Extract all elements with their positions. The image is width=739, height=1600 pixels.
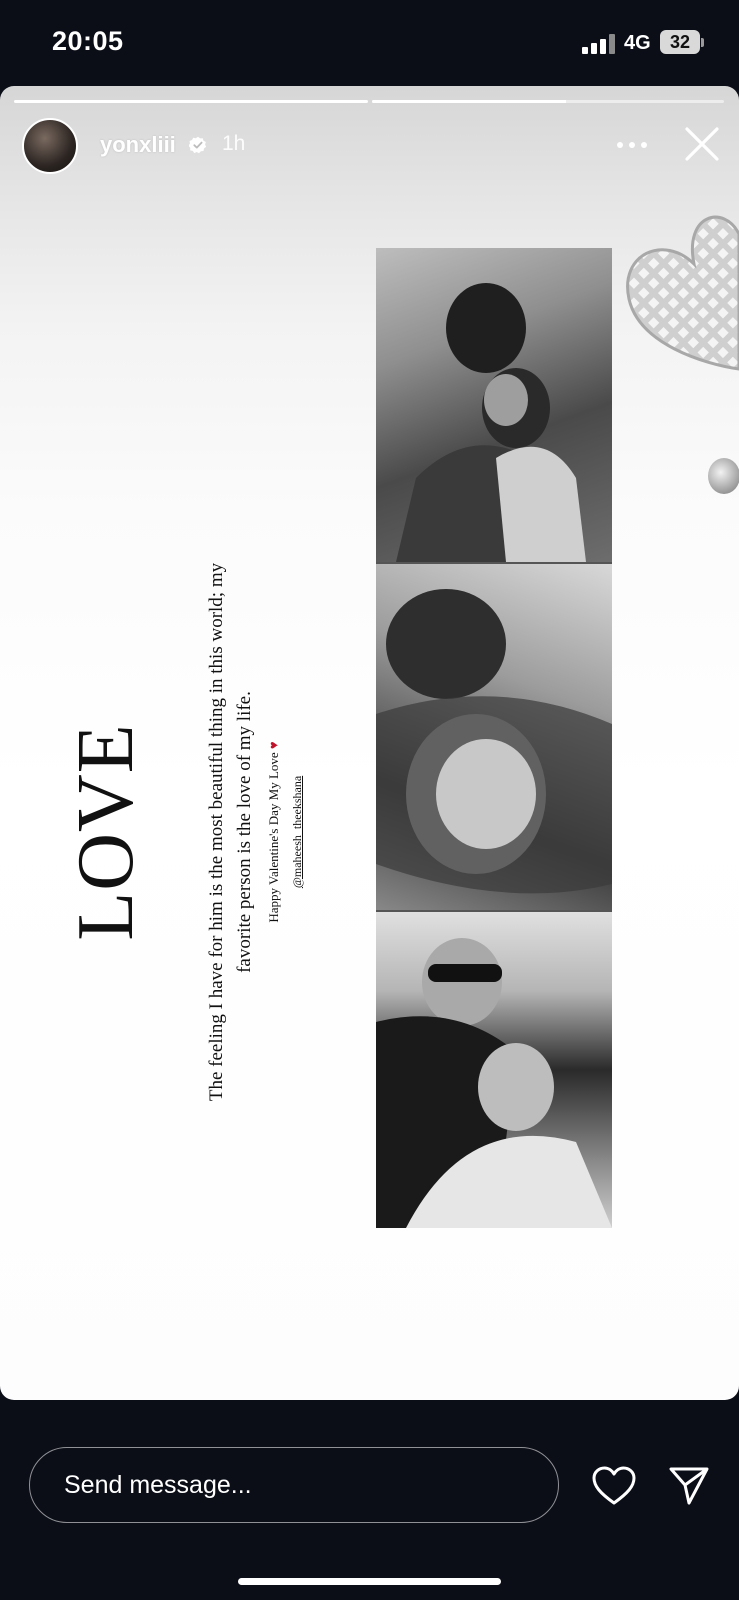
love-title: LOVE bbox=[62, 723, 150, 941]
story-text-block: LOVE The feeling I have for him is the m… bbox=[58, 533, 304, 1131]
heart-icon[interactable] bbox=[592, 1466, 636, 1506]
more-icon[interactable] bbox=[614, 138, 650, 152]
photo-2 bbox=[376, 564, 612, 910]
battery-icon: 32 bbox=[660, 30, 704, 56]
home-indicator[interactable] bbox=[238, 1578, 501, 1585]
story-header: yonxliii 1h bbox=[0, 86, 739, 196]
signal-icon bbox=[582, 34, 615, 54]
network-type: 4G bbox=[624, 32, 651, 54]
mention-tag[interactable]: @maheesh_theekshana bbox=[290, 533, 305, 1131]
send-icon[interactable] bbox=[668, 1466, 710, 1506]
valentine-text: Happy Valentine's Day My Love bbox=[266, 752, 281, 923]
status-time: 20:05 bbox=[52, 26, 124, 56]
verified-icon bbox=[189, 136, 207, 154]
story-card[interactable]: yonxliii 1h LOVE The feeling I have for … bbox=[0, 86, 739, 1400]
avatar[interactable] bbox=[22, 118, 78, 174]
story-username[interactable]: yonxliii bbox=[100, 132, 176, 158]
story-caption: The feeling I have for him is the most b… bbox=[206, 562, 255, 1102]
valentine-line: Happy Valentine's Day My Love ♥ bbox=[266, 533, 282, 1131]
photo-3 bbox=[376, 912, 612, 1228]
story-age: 1h bbox=[222, 132, 246, 155]
send-message-input[interactable] bbox=[29, 1447, 559, 1523]
battery-level: 32 bbox=[660, 30, 700, 54]
sparkle-sticker bbox=[708, 458, 739, 494]
close-icon[interactable] bbox=[682, 124, 722, 164]
photo-1 bbox=[376, 248, 612, 562]
status-bar: 20:05 4G 32 bbox=[0, 0, 739, 86]
heart-sticker bbox=[626, 215, 739, 371]
kiss-icon: ♥ bbox=[266, 741, 281, 750]
photo-strip bbox=[376, 248, 612, 1228]
